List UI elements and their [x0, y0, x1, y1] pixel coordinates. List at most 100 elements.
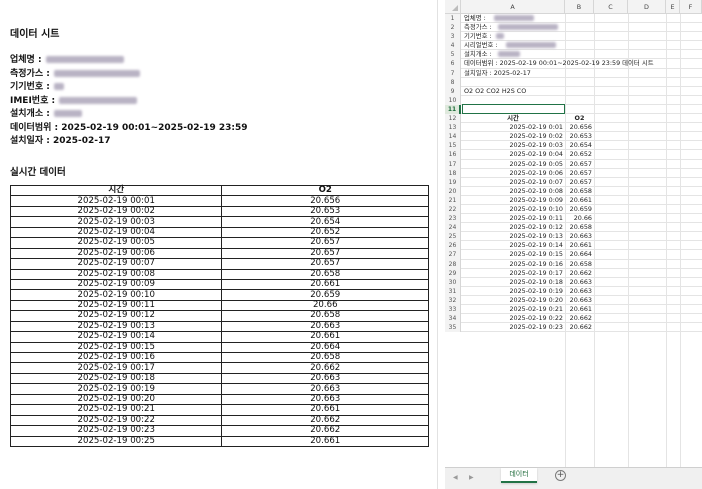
cell-time[interactable]: 2025-02-19 0:07 [461, 178, 565, 187]
row-header[interactable]: 14 [445, 132, 461, 142]
cell-a[interactable]: 측정가스 : [464, 23, 492, 32]
sheet-row[interactable]: 24 2025-02-19 0:12 20.658 [445, 223, 702, 233]
sheet-row[interactable]: 16 2025-02-19 0:04 20.652 [445, 150, 702, 160]
row-header[interactable]: 3 [445, 32, 461, 42]
cell-o2[interactable]: 20.663 [565, 278, 594, 287]
row-header[interactable]: 17 [445, 159, 461, 169]
sheet-row[interactable]: 2 측정가스 : [445, 23, 702, 33]
row-header[interactable]: 26 [445, 241, 461, 251]
sheet-row[interactable]: 9 O2 O2 CO2 H2S CO [445, 86, 702, 96]
column-header-f[interactable]: F [680, 0, 702, 14]
sheet-row[interactable]: 21 2025-02-19 0:09 20.661 [445, 195, 702, 205]
cell-o2[interactable]: 20.661 [565, 241, 594, 250]
cell-o2[interactable]: 20.663 [565, 296, 594, 305]
cell-o2[interactable]: 20.663 [565, 232, 594, 241]
sheet-row[interactable]: 32 2025-02-19 0:20 20.663 [445, 295, 702, 305]
cell-time[interactable]: 2025-02-19 0:13 [461, 232, 565, 241]
row-header[interactable]: 23 [445, 214, 461, 224]
sheet-row[interactable]: 8 [445, 77, 702, 87]
cell-a[interactable]: O2 O2 CO2 H2S CO [464, 87, 526, 96]
cell-o2[interactable]: 20.656 [565, 123, 594, 132]
cell-a[interactable]: 기기번호 : [464, 32, 492, 41]
cell-time[interactable]: 2025-02-19 0:01 [461, 123, 565, 132]
cell-time[interactable]: 2025-02-19 0:18 [461, 278, 565, 287]
cell-grid[interactable]: 1 업체명 :2 측정가스 :3 기기번호 :4 시리얼번호 :5 설치개소 :6 데이터범… [445, 14, 702, 333]
sheet-row[interactable]: 17 2025-02-19 0:05 20.657 [445, 159, 702, 169]
row-header[interactable]: 28 [445, 259, 461, 269]
row-header[interactable]: 22 [445, 204, 461, 215]
column-header-e[interactable]: E [666, 0, 680, 14]
row-header[interactable]: 4 [445, 41, 461, 51]
sheet-row[interactable]: 35 2025-02-19 0:23 20.662 [445, 323, 702, 333]
row-header[interactable]: 7 [445, 68, 461, 78]
cell-o2[interactable]: 20.662 [565, 323, 594, 332]
row-header[interactable]: 34 [445, 314, 461, 324]
column-header-d[interactable]: D [628, 0, 666, 14]
sheet-row[interactable]: 28 2025-02-19 0:16 20.658 [445, 259, 702, 269]
cell-a[interactable]: 설치일자 : 2025-02-17 [464, 69, 531, 78]
cell-time[interactable]: 2025-02-19 0:03 [461, 141, 565, 150]
cell-o2[interactable]: 20.661 [565, 305, 594, 314]
prev-sheet-icon[interactable]: ◀ [453, 474, 458, 481]
sheet-row[interactable]: 1 업체명 : [445, 14, 702, 24]
row-header[interactable]: 2 [445, 23, 461, 33]
cell-time[interactable]: 2025-02-19 0:19 [461, 287, 565, 296]
sheet-row[interactable]: 15 2025-02-19 0:03 20.654 [445, 141, 702, 151]
cell-a[interactable]: 업체명 : [464, 14, 486, 23]
cell-a[interactable]: 시리얼번호 : [464, 41, 498, 50]
row-header[interactable]: 8 [445, 77, 461, 87]
column-header-a[interactable]: A [461, 0, 565, 14]
sheet-row[interactable]: 34 2025-02-19 0:22 20.662 [445, 314, 702, 324]
row-header[interactable]: 6 [445, 59, 461, 69]
cell-o2[interactable]: 20.661 [565, 196, 594, 205]
cell-o2[interactable]: 20.657 [565, 178, 594, 187]
sheet-row[interactable]: 30 2025-02-19 0:18 20.663 [445, 277, 702, 287]
sheet-row[interactable]: 31 2025-02-19 0:19 20.663 [445, 286, 702, 296]
cell-o2[interactable]: 20.664 [565, 250, 594, 259]
cell-time[interactable]: 2025-02-19 0:20 [461, 296, 565, 305]
cell-time[interactable]: 2025-02-19 0:17 [461, 269, 565, 278]
sheet-row[interactable]: 25 2025-02-19 0:13 20.663 [445, 232, 702, 242]
row-header[interactable]: 30 [445, 277, 461, 287]
add-sheet-icon[interactable]: + [555, 470, 566, 481]
spreadsheet-view[interactable]: A B C D E F 1 업체명 :2 측정가스 :3 기기번호 :4 시리얼번호 :… [445, 0, 702, 489]
cell-time[interactable]: 2025-02-19 0:15 [461, 250, 565, 259]
sheet-row[interactable]: 22 2025-02-19 0:10 20.659 [445, 204, 702, 215]
row-header[interactable]: 1 [445, 14, 461, 24]
row-header[interactable]: 33 [445, 305, 461, 315]
row-header[interactable]: 21 [445, 195, 461, 205]
cell-o2[interactable]: 20.658 [565, 260, 594, 269]
cell-o2[interactable]: 20.657 [565, 169, 594, 178]
row-header[interactable]: 25 [445, 232, 461, 242]
next-sheet-icon[interactable]: ▶ [469, 474, 474, 481]
cell-time[interactable]: 2025-02-19 0:22 [461, 314, 565, 323]
cell-o2[interactable]: 20.663 [565, 287, 594, 296]
cell-time[interactable]: 2025-02-19 0:12 [461, 223, 565, 232]
cell-time[interactable]: 2025-02-19 0:02 [461, 132, 565, 141]
row-header[interactable]: 31 [445, 286, 461, 296]
cell-o2[interactable]: 20.654 [565, 141, 594, 150]
row-header[interactable]: 20 [445, 186, 461, 196]
row-header[interactable]: 16 [445, 150, 461, 160]
row-header[interactable]: 13 [445, 123, 461, 133]
sheet-row[interactable]: 23 2025-02-19 0:11 20.66 [445, 214, 702, 224]
sheet-row[interactable]: 6 데이터범위 : 2025-02-19 00:01~2025-02-19 23:… [445, 59, 702, 69]
sheet-row[interactable]: 19 2025-02-19 0:07 20.657 [445, 177, 702, 187]
cell-time[interactable]: 2025-02-19 0:09 [461, 196, 565, 205]
sheet-row[interactable]: 4 시리얼번호 : [445, 41, 702, 51]
sheet-row[interactable]: 29 2025-02-19 0:17 20.662 [445, 268, 702, 278]
column-header-c[interactable]: C [594, 0, 628, 14]
sheet-row[interactable]: 12 시간 O2 [445, 114, 702, 124]
sheet-row[interactable]: 27 2025-02-19 0:15 20.664 [445, 250, 702, 260]
cell-time[interactable]: 2025-02-19 0:06 [461, 169, 565, 178]
row-header[interactable]: 5 [445, 50, 461, 60]
row-header[interactable]: 24 [445, 223, 461, 233]
row-header[interactable]: 18 [445, 168, 461, 178]
cell-o2[interactable]: 20.662 [565, 314, 594, 323]
column-header-b[interactable]: B [565, 0, 594, 14]
cell-o2[interactable]: 20.66 [565, 214, 594, 223]
sheet-row[interactable]: 33 2025-02-19 0:21 20.661 [445, 305, 702, 315]
cell-o2[interactable]: 20.652 [565, 150, 594, 159]
row-header[interactable]: 11 [445, 104, 461, 115]
cell-o2[interactable]: 20.657 [565, 160, 594, 169]
